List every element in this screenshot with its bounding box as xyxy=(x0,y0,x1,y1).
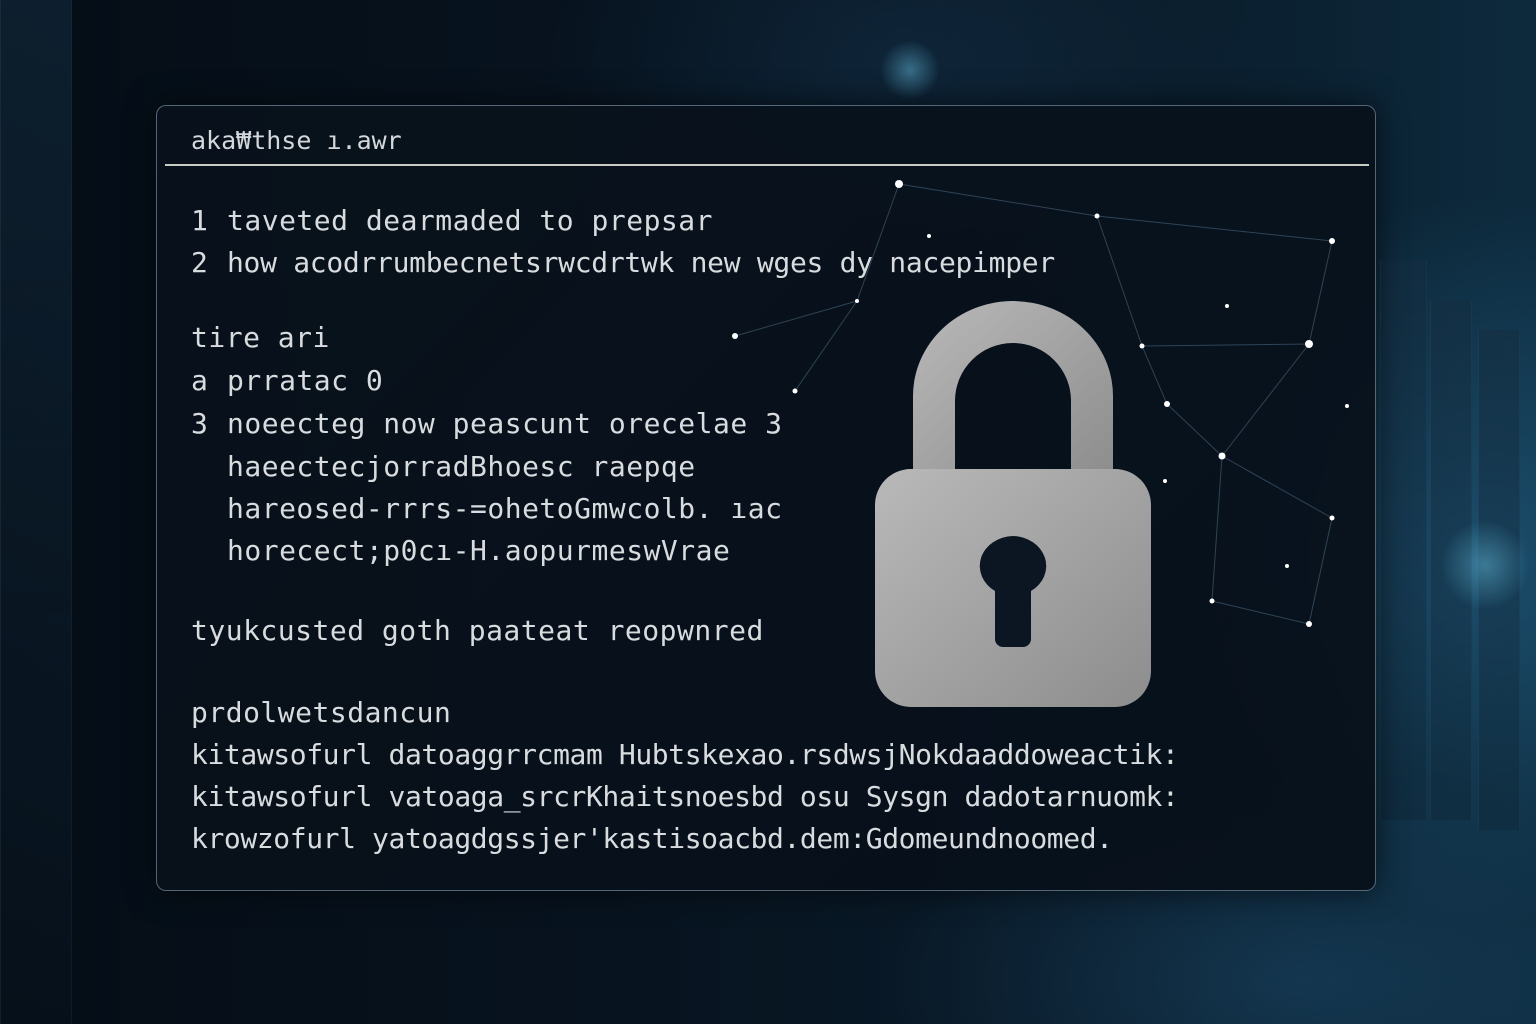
list-item-number: 3 xyxy=(191,407,209,440)
padlock-icon xyxy=(875,301,1151,707)
server-rack xyxy=(1380,260,1427,820)
server-rack xyxy=(0,0,72,1024)
list-item: prratac 0 xyxy=(227,364,384,397)
terminal-window: aka₩thse ı.awr 1 taveted dearmaded to pr… xyxy=(156,105,1376,891)
light-glow xyxy=(1440,520,1530,610)
list-item: how acodrrumbecnetsrwcdrtwk new wges dy … xyxy=(227,246,1055,279)
list-item-number: 1 xyxy=(191,204,209,237)
light-glow xyxy=(880,40,940,100)
log-line: krowzofurl yatoagdgssjer'kastisoacbd.dem… xyxy=(191,822,1113,855)
background-scene: aka₩thse ı.awr 1 taveted dearmaded to pr… xyxy=(0,0,1536,1024)
log-line: kitawsofurl vatoaga_srcrKhaitsnoesbd osu… xyxy=(191,780,1179,813)
sub-item: haeectecjorradBhoesc raepqe xyxy=(227,450,696,483)
list-item: taveted dearmaded to prepsar xyxy=(227,204,714,237)
status-line: tyukcusted goth paateat reopwnred xyxy=(191,614,764,647)
section-heading: prdolwetsdancun xyxy=(191,696,452,729)
list-item: noeecteg now peascunt orecelae 3 xyxy=(227,407,783,440)
list-item-number: a xyxy=(191,364,209,397)
sub-item: horecect;p0cı-H.aopurmeswVrae xyxy=(227,534,731,567)
log-line: kitawsofurl datoaggrrcmam Hubtskexao.rsd… xyxy=(191,738,1179,771)
list-item-number: 2 xyxy=(191,246,209,279)
sub-item: hareosed-rrrs-=ohetoGmwcolb. ıac xyxy=(227,492,783,525)
section-heading: tire ari xyxy=(191,321,330,354)
